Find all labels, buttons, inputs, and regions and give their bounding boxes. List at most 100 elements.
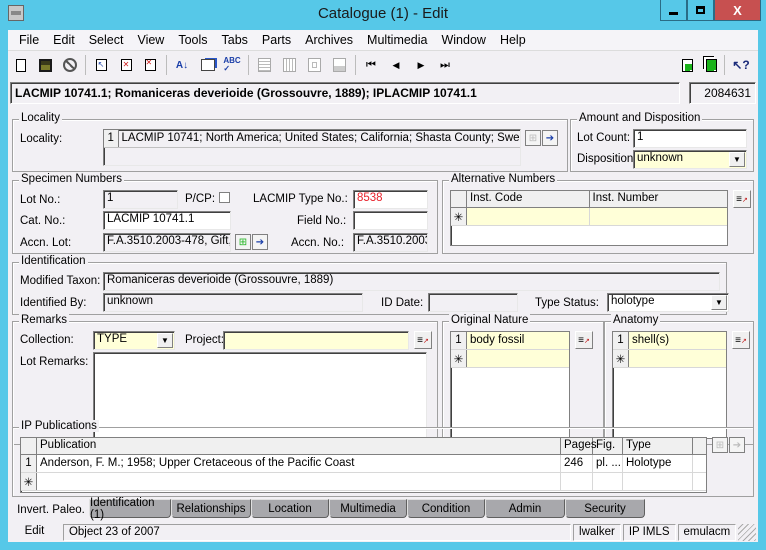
publication-add-button[interactable]: ⊞ xyxy=(712,437,728,453)
tab-location[interactable]: Location xyxy=(251,499,329,518)
new-type-cell[interactable] xyxy=(623,473,693,490)
collection-select[interactable]: TYPE ▼ xyxy=(93,331,175,350)
last-record-button[interactable]: ⏭ xyxy=(435,55,455,75)
new-row[interactable]: ✳ xyxy=(613,350,726,368)
sort-button[interactable]: A↓ xyxy=(172,55,192,75)
original-nature-picker-button[interactable]: ≡↗ xyxy=(575,331,593,349)
form-view-button[interactable] xyxy=(304,55,324,75)
fig-cell[interactable]: pl. ... xyxy=(593,455,623,472)
new-record-button[interactable] xyxy=(11,55,31,75)
modified-taxon-field[interactable]: Romaniceras deverioide (Grossouvre, 1889… xyxy=(103,272,720,291)
table-row[interactable]: 1 Anderson, F. M.; 1958; Upper Cretaceou… xyxy=(21,455,706,473)
spellcheck-button[interactable]: ABC ✓ xyxy=(222,55,242,75)
type-cell[interactable]: Holotype xyxy=(623,455,693,472)
tab-invert-paleo[interactable]: Invert. Paleo. xyxy=(13,499,89,520)
column-fig[interactable]: Fig. xyxy=(593,438,623,454)
inst-code-cell[interactable] xyxy=(467,208,590,225)
inst-number-cell[interactable] xyxy=(590,208,727,225)
column-pages[interactable]: Pages xyxy=(561,438,597,454)
delete-record-button[interactable]: ✕ xyxy=(116,55,136,75)
locality-add-button[interactable]: ⊞ xyxy=(525,130,541,146)
alt-numbers-picker-button[interactable]: ≡↗ xyxy=(733,190,751,208)
chevron-down-icon[interactable]: ▼ xyxy=(157,333,173,348)
column-type[interactable]: Type xyxy=(623,438,693,454)
new-row[interactable]: ✳ xyxy=(21,473,706,491)
anatomy-value[interactable]: shell(s) xyxy=(629,332,672,349)
new-publication-cell[interactable] xyxy=(37,473,561,490)
notes-button[interactable] xyxy=(198,55,218,75)
original-nature-value[interactable]: body fossil xyxy=(467,332,527,349)
type-no-input[interactable]: 8538 xyxy=(353,190,428,209)
close-button[interactable]: X xyxy=(714,0,761,21)
context-help-button[interactable]: ↖? xyxy=(731,55,751,75)
clear-record-button[interactable]: ✕ xyxy=(140,55,160,75)
lot-count-input[interactable]: 1 xyxy=(633,129,747,148)
menu-file[interactable]: File xyxy=(12,33,46,47)
menu-select[interactable]: Select xyxy=(82,33,131,47)
disposition-select[interactable]: unknown ▼ xyxy=(633,150,747,169)
accn-lot-field[interactable]: F.A.3510.2003-478, Gift, 3 xyxy=(103,233,231,252)
previous-record-button[interactable]: ◀ xyxy=(386,55,406,75)
tab-multimedia[interactable]: Multimedia xyxy=(329,499,407,518)
project-picker-button[interactable]: ≡↗ xyxy=(414,331,432,349)
column-inst-code[interactable]: Inst. Code xyxy=(467,191,590,207)
id-date-input[interactable] xyxy=(428,293,518,312)
resize-grip[interactable] xyxy=(738,524,756,541)
save-button[interactable] xyxy=(35,55,55,75)
pcp-checkbox[interactable] xyxy=(219,192,230,203)
list-item[interactable]: 1 body fossil xyxy=(451,332,569,350)
new-row-cell[interactable] xyxy=(467,350,473,367)
menu-parts[interactable]: Parts xyxy=(255,33,298,47)
cat-no-input[interactable]: LACMIP 10741.1 xyxy=(103,211,231,230)
attach-multiple-button[interactable] xyxy=(701,55,721,75)
menu-tools[interactable]: Tools xyxy=(171,33,214,47)
tab-condition[interactable]: Condition xyxy=(407,499,485,518)
accn-lot-add-button[interactable]: ⊞ xyxy=(235,234,251,250)
maximize-button[interactable] xyxy=(687,0,714,21)
new-row[interactable]: ✳ xyxy=(451,208,727,226)
tab-admin[interactable]: Admin xyxy=(485,499,565,518)
menu-view[interactable]: View xyxy=(130,33,171,47)
first-record-button[interactable]: ⏮ xyxy=(361,55,381,75)
menu-edit[interactable]: Edit xyxy=(46,33,82,47)
pages-cell[interactable]: 246 xyxy=(561,455,593,472)
list-item[interactable]: 1 shell(s) xyxy=(613,332,726,350)
accn-lot-view-button[interactable]: ➔ xyxy=(252,234,268,250)
report-button[interactable] xyxy=(254,55,274,75)
new-pages-cell[interactable] xyxy=(561,473,593,490)
image-view-button[interactable] xyxy=(329,55,349,75)
anatomy-picker-button[interactable]: ≡↗ xyxy=(732,331,750,349)
field-no-label: Field No.: xyxy=(297,215,347,227)
menu-help[interactable]: Help xyxy=(493,33,533,47)
project-input[interactable] xyxy=(223,331,409,350)
type-status-select[interactable]: holotype ▼ xyxy=(607,293,729,312)
locality-view-button[interactable]: ➔ xyxy=(542,130,558,146)
publication-view-button[interactable]: ➔ xyxy=(729,437,745,453)
column-inst-number[interactable]: Inst. Number xyxy=(590,191,727,207)
new-row[interactable]: ✳ xyxy=(451,350,569,368)
minimize-button[interactable] xyxy=(660,0,687,21)
copy-record-button[interactable]: ↖ xyxy=(91,55,111,75)
new-row-cell[interactable] xyxy=(629,350,635,367)
tab-identification[interactable]: Identification (1) xyxy=(89,497,171,521)
tab-relationships[interactable]: Relationships xyxy=(171,499,251,518)
attach-button[interactable] xyxy=(677,55,697,75)
chevron-down-icon[interactable]: ▼ xyxy=(729,152,745,167)
chevron-down-icon[interactable]: ▼ xyxy=(711,295,727,310)
grid-view-button[interactable] xyxy=(279,55,299,75)
menu-archives[interactable]: Archives xyxy=(298,33,360,47)
menu-tabs[interactable]: Tabs xyxy=(215,33,255,47)
tab-security[interactable]: Security xyxy=(565,499,645,518)
cancel-button[interactable] xyxy=(60,55,80,75)
new-fig-cell[interactable] xyxy=(593,473,623,490)
menu-multimedia[interactable]: Multimedia xyxy=(360,33,434,47)
locality-field[interactable]: 1 LACMIP 10741; North America; United St… xyxy=(103,129,521,166)
column-publication[interactable]: Publication xyxy=(37,438,561,454)
next-record-button[interactable]: ▶ xyxy=(411,55,431,75)
status-bar: Edit Object 23 of 2007 lwalker IP IMLS e… xyxy=(8,523,758,542)
field-no-input[interactable] xyxy=(353,211,428,230)
publication-cell[interactable]: Anderson, F. M.; 1958; Upper Cretaceous … xyxy=(37,455,561,472)
locality-value[interactable]: LACMIP 10741; North America; United Stat… xyxy=(119,130,520,147)
menu-window[interactable]: Window xyxy=(434,33,492,47)
identified-by-field[interactable]: unknown xyxy=(103,293,363,312)
